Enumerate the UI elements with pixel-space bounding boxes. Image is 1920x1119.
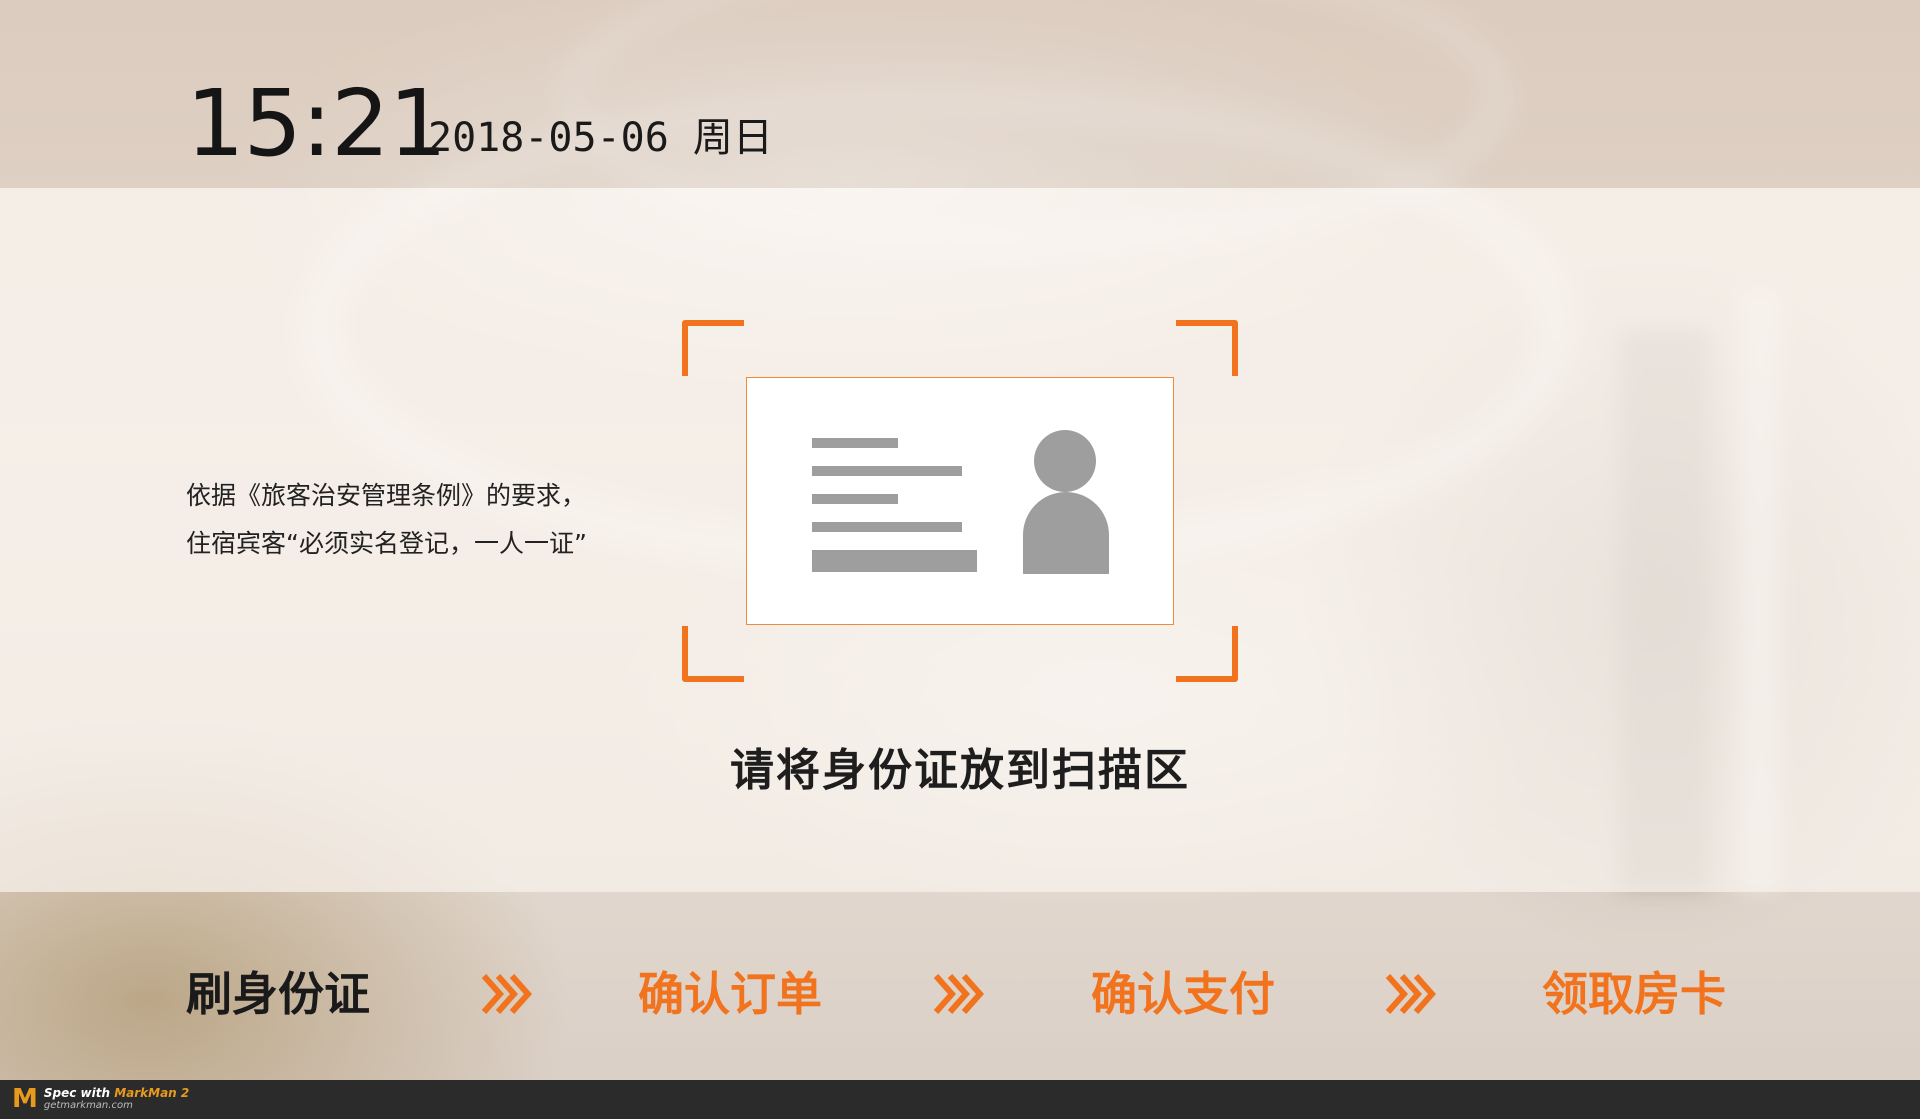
- markman-logo-icon: M: [12, 1084, 38, 1114]
- watermark-brand: MarkMan 2: [114, 1086, 190, 1100]
- watermark-prefix: Spec with: [43, 1086, 115, 1100]
- id-card-illustration: [746, 377, 1174, 625]
- markman-watermark: M Spec with MarkMan 2 getmarkman.com: [12, 1086, 189, 1112]
- step-swipe-id: 刷身份证: [186, 967, 370, 1021]
- card-text-line: [812, 466, 962, 476]
- scan-corner-icon: [682, 320, 746, 378]
- card-text-line: [812, 550, 977, 572]
- triple-chevron-right-icon: [480, 970, 536, 1018]
- scan-prompt: 请将身份证放到扫描区: [730, 745, 1190, 796]
- notice-line: 住宿宾客“必须实名登记，一人一证”: [186, 529, 587, 558]
- avatar-icon: [1034, 430, 1096, 492]
- clock-time: 15:21: [186, 70, 447, 177]
- card-text-line: [812, 494, 898, 504]
- kiosk-screen: 15:21 2018-05-06 周日 依据《旅客治安管理条例》的要求， 住宿宾…: [0, 0, 1920, 1119]
- registration-notice: 依据《旅客治安管理条例》的要求， 住宿宾客“必须实名登记，一人一证”: [186, 472, 587, 568]
- avatar-icon: [1023, 492, 1109, 574]
- watermark-title: Spec with MarkMan 2: [44, 1087, 189, 1099]
- triple-chevron-right-icon: [932, 970, 988, 1018]
- progress-steps: 刷身份证 确认订单 确认支付 领取房卡: [0, 964, 1920, 1034]
- step-collect-room-card: 领取房卡: [1542, 967, 1726, 1021]
- scan-corner-icon: [1174, 624, 1238, 682]
- date-weekday: 2018-05-06 周日: [428, 115, 773, 161]
- triple-chevron-right-icon: [1384, 970, 1440, 1018]
- scan-corner-icon: [1174, 320, 1238, 378]
- card-text-line: [812, 438, 898, 448]
- watermark-site: getmarkman.com: [43, 1100, 133, 1111]
- step-confirm-order: 确认订单: [638, 967, 822, 1021]
- footer-bar: M Spec with MarkMan 2 getmarkman.com: [0, 1080, 1920, 1119]
- scan-corner-icon: [682, 624, 746, 682]
- card-text-line: [812, 522, 962, 532]
- notice-line: 依据《旅客治安管理条例》的要求，: [186, 481, 587, 510]
- step-confirm-payment: 确认支付: [1091, 967, 1275, 1021]
